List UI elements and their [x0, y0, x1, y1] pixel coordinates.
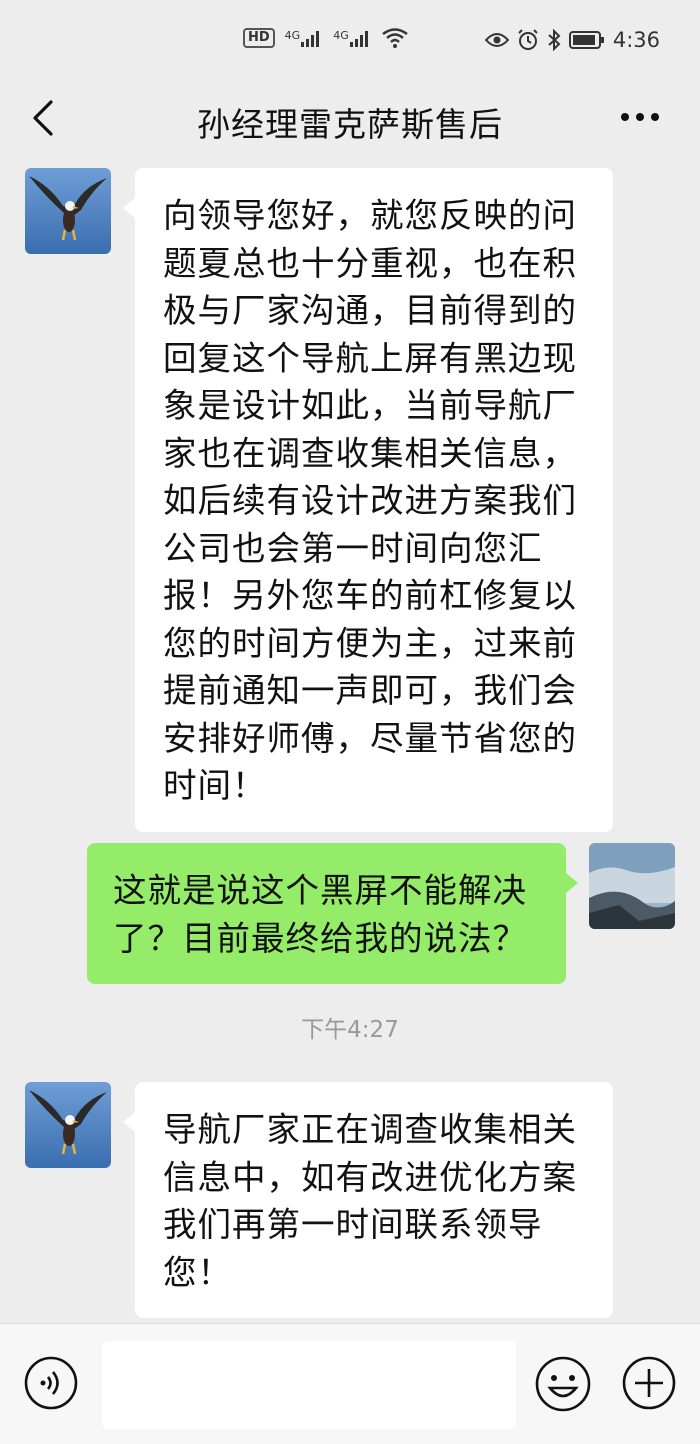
eye-icon	[484, 33, 509, 47]
input-bar	[0, 1323, 700, 1444]
message-line: 向领导您好，就您反映的问	[163, 196, 577, 235]
contact-avatar[interactable]	[25, 1082, 111, 1168]
landscape-avatar-image	[589, 843, 675, 929]
message-line: 了？目前最终给我的说法？	[113, 918, 527, 958]
chat-title: 孙经理雷克萨斯售后	[197, 105, 503, 144]
message-bubble-outgoing[interactable]: 这就是说这个黑屏不能解决 了？目前最终给我的说法？	[87, 843, 578, 984]
self-avatar[interactable]	[589, 843, 675, 929]
message-line: 题夏总也十分重视，也在积	[163, 243, 577, 283]
status-right: 4:36	[484, 28, 660, 52]
message-bubble-incoming[interactable]: 向领导您好，就您反映的问 题夏总也十分重视，也在积 极与厂家沟通，目前得到的 回复这个…	[123, 168, 613, 832]
sim2-label: 4G	[333, 29, 349, 42]
message-line: 这就是说这个黑屏不能解决	[113, 871, 527, 910]
status-bar: HD 4G 4G 4:36	[0, 0, 700, 80]
message-line: 时间！	[163, 766, 267, 805]
message-text: 导航厂家正在调查收集相关 信息中，如有改进优化方案 我们再第一时间联系领导 您！	[163, 1106, 591, 1296]
add-attachment-button[interactable]	[622, 1356, 676, 1410]
more-options-button[interactable]	[620, 100, 660, 123]
message-line: 信息中，如有改进优化方案	[163, 1157, 577, 1197]
bluetooth-icon	[548, 29, 561, 51]
emoji-button[interactable]	[535, 1356, 591, 1412]
message-line: 您！	[163, 1252, 232, 1292]
alarm-icon	[518, 29, 538, 50]
chat-header: 孙经理雷克萨斯售后	[0, 80, 700, 160]
message-text: 这就是说这个黑屏不能解决 了？目前最终给我的说法？	[113, 867, 546, 962]
message-line: 安排好师傅，尽量节省您的	[163, 718, 577, 758]
message-line: 公司也会第一时间向您汇	[163, 528, 543, 568]
message-line: 导航厂家正在调查收集相关	[163, 1110, 577, 1149]
message-line: 我们再第一时间联系领导	[163, 1205, 543, 1244]
more-icon	[621, 113, 659, 121]
message-timestamp: 下午4:27	[301, 1017, 399, 1043]
battery-icon	[568, 31, 604, 49]
message-line: 如后续有设计改进方案我们	[163, 481, 577, 520]
bubble-tail	[123, 198, 135, 218]
message-line: 象是设计如此，当前导航厂	[163, 386, 577, 425]
message-bubble-incoming[interactable]: 导航厂家正在调查收集相关 信息中，如有改进优化方案 我们再第一时间联系领导 您！	[123, 1082, 613, 1318]
bubble-tail	[566, 873, 578, 893]
message-line: 家也在调查收集相关信息，	[163, 433, 577, 473]
status-time: 4:36	[612, 28, 660, 52]
emoji-icon	[535, 1356, 591, 1412]
eagle-avatar-image	[25, 1082, 111, 1168]
eagle-avatar-image	[25, 168, 111, 254]
plus-icon	[622, 1356, 676, 1410]
signal-icon-sim1: 4G	[285, 29, 324, 47]
message-line: 回复这个导航上屏有黑边现	[163, 338, 577, 378]
voice-button[interactable]	[24, 1356, 78, 1410]
message-input[interactable]	[102, 1341, 516, 1429]
message-line: 报！另外您车的前杠修复以	[163, 576, 577, 615]
sim1-label: 4G	[284, 29, 301, 42]
message-line: 提前通知一声即可，我们会	[163, 671, 577, 710]
wifi-icon	[382, 28, 408, 48]
signal-icon-sim2: 4G	[333, 29, 372, 47]
status-left: HD 4G 4G	[243, 28, 408, 48]
message-line: 您的时间方便为主，过来前	[163, 623, 577, 663]
contact-avatar[interactable]	[25, 168, 111, 254]
bubble-tail	[123, 1112, 135, 1132]
message-text: 向领导您好，就您反映的问 题夏总也十分重视，也在积 极与厂家沟通，目前得到的 回复这个…	[163, 192, 591, 810]
hd-badge: HD	[243, 28, 275, 48]
message-line: 极与厂家沟通，目前得到的	[163, 291, 577, 330]
voice-icon	[24, 1356, 78, 1410]
